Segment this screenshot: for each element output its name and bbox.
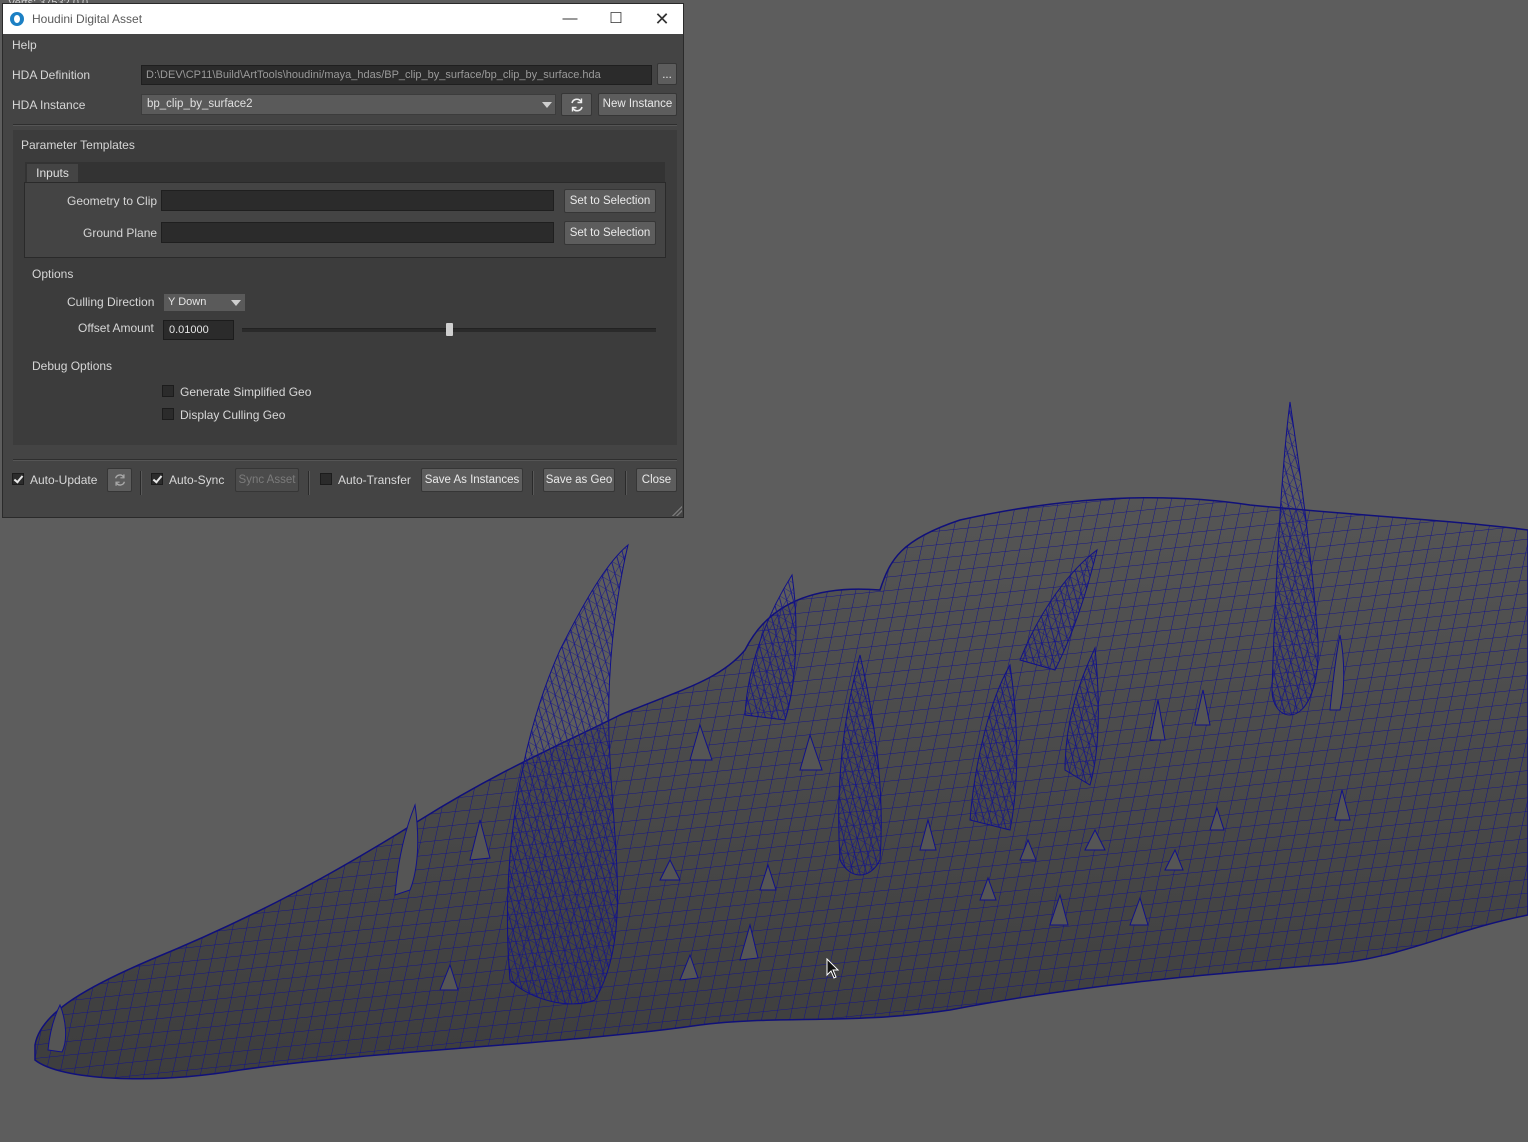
display-culling-geo-label: Display Culling Geo [180, 408, 286, 422]
toolbar-separator [308, 471, 310, 495]
geometry-to-clip-field[interactable] [161, 190, 554, 211]
culling-direction-value: Y Down [168, 296, 207, 308]
ground-plane-field[interactable] [161, 222, 554, 243]
sync-asset-button[interactable]: Sync Asset [235, 468, 299, 492]
ground-plane-label: Ground Plane [83, 226, 158, 240]
minimize-icon[interactable]: — [547, 4, 593, 34]
mouse-cursor-icon [826, 958, 840, 979]
houdini-app-icon [10, 12, 24, 26]
auto-transfer-label: Auto-Transfer [338, 473, 411, 487]
divider [13, 124, 677, 126]
chevron-down-icon [231, 300, 241, 306]
hda-instance-value: bp_clip_by_surface2 [147, 98, 253, 110]
offset-amount-field[interactable]: 0.01000 [163, 320, 234, 340]
refresh-instance-button[interactable] [561, 93, 592, 116]
generate-simplified-geo-checkbox[interactable] [162, 385, 174, 397]
debug-options-title: Debug Options [32, 359, 113, 373]
offset-amount-label: Offset Amount [78, 321, 154, 335]
houdini-digital-asset-dialog: Houdini Digital Asset — ☐ ✕ Help HDA Def… [2, 3, 684, 518]
offset-amount-slider-handle[interactable] [446, 323, 453, 336]
browse-hda-button[interactable]: ... [657, 63, 677, 85]
auto-transfer-checkbox[interactable] [320, 473, 332, 485]
geometry-set-to-selection-button[interactable]: Set to Selection [564, 189, 656, 213]
inputs-tab-bar [25, 162, 665, 182]
menu-bar: Help [3, 34, 683, 56]
hda-definition-path-field[interactable]: D:\DEV\CP11\Build\ArtTools\houdini/maya_… [141, 65, 652, 85]
chevron-down-icon [542, 102, 552, 108]
parameter-templates-title: Parameter Templates [21, 138, 135, 152]
divider [13, 459, 677, 461]
window-title: Houdini Digital Asset [32, 12, 143, 26]
update-refresh-button[interactable] [107, 468, 132, 492]
close-button[interactable]: Close [636, 468, 677, 492]
culling-direction-dropdown[interactable]: Y Down [163, 293, 246, 312]
toolbar-separator [625, 471, 627, 495]
title-bar[interactable]: Houdini Digital Asset — ☐ ✕ [3, 4, 683, 34]
geometry-to-clip-label: Geometry to Clip [67, 194, 158, 208]
hda-instance-label: HDA Instance [12, 98, 86, 112]
generate-simplified-geo-label: Generate Simplified Geo [180, 385, 312, 399]
hda-instance-dropdown[interactable]: bp_clip_by_surface2 [141, 94, 556, 115]
tab-inputs[interactable]: Inputs [27, 164, 78, 182]
auto-update-label: Auto-Update [30, 473, 98, 487]
auto-update-checkbox[interactable] [12, 473, 24, 485]
refresh-icon [114, 474, 125, 486]
toolbar-separator [532, 471, 534, 495]
auto-sync-label: Auto-Sync [169, 473, 225, 487]
save-as-instances-button[interactable]: Save As Instances [421, 468, 523, 492]
culling-direction-label: Culling Direction [67, 295, 155, 309]
resize-grip[interactable] [672, 506, 682, 516]
new-instance-button[interactable]: New Instance [598, 93, 677, 116]
menu-help[interactable]: Help [12, 38, 37, 52]
close-icon[interactable]: ✕ [639, 4, 685, 34]
refresh-icon [570, 98, 583, 112]
save-as-geo-button[interactable]: Save as Geo [543, 468, 615, 492]
toolbar-separator [140, 471, 142, 495]
auto-sync-checkbox[interactable] [151, 473, 163, 485]
display-culling-geo-checkbox[interactable] [162, 408, 174, 420]
maximize-icon[interactable]: ☐ [593, 4, 639, 34]
hda-definition-label: HDA Definition [12, 68, 91, 82]
options-title: Options [32, 267, 74, 281]
ground-set-to-selection-button[interactable]: Set to Selection [564, 221, 656, 245]
